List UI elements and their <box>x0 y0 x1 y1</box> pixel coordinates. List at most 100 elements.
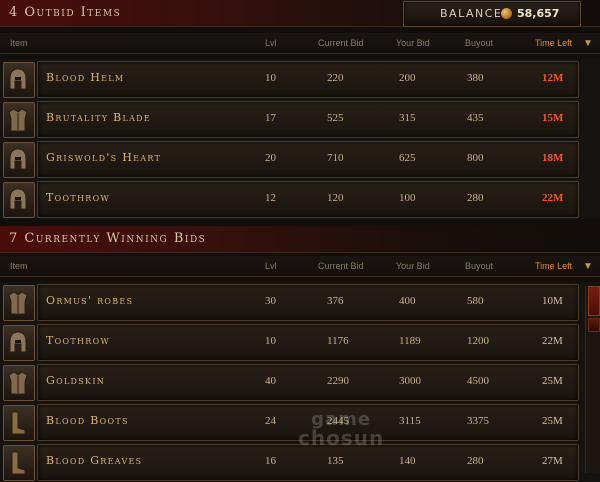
time-left: 22M <box>542 192 564 204</box>
item-level: 24 <box>265 415 276 427</box>
winning-column-headers: Item Lvl Current Bid Your Bid Buyout Tim… <box>0 256 600 277</box>
helm-icon[interactable] <box>3 62 35 98</box>
current-bid: 120 <box>327 192 344 204</box>
table-row[interactable]: Brutality Blade 17 525 315 435 15M <box>0 99 600 139</box>
armor-icon[interactable] <box>3 285 35 321</box>
header-current-bid[interactable]: Current Bid <box>318 261 364 271</box>
buyout-price: 3375 <box>467 415 489 427</box>
current-bid: 376 <box>327 295 344 307</box>
your-bid: 3115 <box>399 415 421 427</box>
header-item[interactable]: Item <box>10 38 28 48</box>
table-row[interactable]: Griswold's Heart 20 710 625 800 18M <box>0 139 600 179</box>
current-bid: 2290 <box>327 375 349 387</box>
your-bid: 400 <box>399 295 416 307</box>
row-panel[interactable] <box>37 364 579 401</box>
buyout-price: 435 <box>467 112 484 124</box>
armor-icon[interactable] <box>3 102 35 138</box>
table-row[interactable]: Toothrow 10 1176 1189 1200 22M <box>0 322 600 362</box>
current-bid: 135 <box>327 455 344 467</box>
item-level: 10 <box>265 335 276 347</box>
boots-icon[interactable] <box>3 405 35 441</box>
time-left: 22M <box>542 335 563 347</box>
time-left: 25M <box>542 415 563 427</box>
helm-icon[interactable] <box>3 325 35 361</box>
buyout-price: 1200 <box>467 335 489 347</box>
outbid-section-header: 4 Outbid Items BALANCE: 58,657 <box>0 0 600 27</box>
header-your-bid[interactable]: Your Bid <box>396 261 430 271</box>
item-name: Toothrow <box>46 191 110 204</box>
item-name: Toothrow <box>46 334 110 347</box>
time-left: 18M <box>542 152 564 164</box>
time-left: 25M <box>542 375 563 387</box>
your-bid: 200 <box>399 72 416 84</box>
header-current-bid[interactable]: Current Bid <box>318 38 364 48</box>
buyout-price: 4500 <box>467 375 489 387</box>
scrollbar-button[interactable] <box>588 318 600 332</box>
header-your-bid[interactable]: Your Bid <box>396 38 430 48</box>
scrollbar-thumb[interactable] <box>588 286 600 316</box>
scrollbar[interactable] <box>585 286 600 473</box>
boots-icon[interactable] <box>3 445 35 481</box>
item-level: 17 <box>265 112 276 124</box>
buyout-price: 280 <box>467 192 484 204</box>
item-name: Griswold's Heart <box>46 151 162 164</box>
table-row[interactable]: Goldskin 40 2290 3000 4500 25M <box>0 362 600 402</box>
item-name: Blood Helm <box>46 71 125 84</box>
your-bid: 140 <box>399 455 416 467</box>
your-bid: 100 <box>399 192 416 204</box>
time-left: 15M <box>542 112 564 124</box>
time-left: 12M <box>542 72 564 84</box>
row-panel[interactable] <box>37 181 579 218</box>
balance-value: 58,657 <box>517 7 560 20</box>
time-left: 10M <box>542 295 563 307</box>
header-time-left[interactable]: Time Left <box>535 261 572 271</box>
buyout-price: 280 <box>467 455 484 467</box>
table-row[interactable]: Toothrow 12 120 100 280 22M <box>0 179 600 219</box>
your-bid: 625 <box>399 152 416 164</box>
current-bid: 525 <box>327 112 344 124</box>
armor-icon[interactable] <box>3 365 35 401</box>
item-level: 20 <box>265 152 276 164</box>
header-item[interactable]: Item <box>10 261 28 271</box>
your-bid: 1189 <box>399 335 421 347</box>
buyout-price: 380 <box>467 72 484 84</box>
item-name: Blood Greaves <box>46 454 143 467</box>
sort-arrow-icon[interactable]: ▼ <box>583 38 593 49</box>
winning-section-title: 7 Currently Winning Bids <box>9 231 207 246</box>
your-bid: 315 <box>399 112 416 124</box>
outbid-section-title: 4 Outbid Items <box>9 5 122 20</box>
item-name: Ormus' robes <box>46 294 134 307</box>
sort-arrow-icon[interactable]: ▼ <box>583 261 593 272</box>
time-left: 27M <box>542 455 563 467</box>
header-buyout[interactable]: Buyout <box>465 38 493 48</box>
balance-label: BALANCE: <box>440 7 508 20</box>
gold-coin-icon <box>501 8 512 19</box>
current-bid: 220 <box>327 72 344 84</box>
header-lvl[interactable]: Lvl <box>265 261 277 271</box>
item-name: Blood Boots <box>46 414 129 427</box>
item-level: 30 <box>265 295 276 307</box>
item-name: Brutality Blade <box>46 111 152 124</box>
item-level: 10 <box>265 72 276 84</box>
row-panel[interactable] <box>37 324 579 361</box>
helm-icon[interactable] <box>3 142 35 178</box>
current-bid: 1176 <box>327 335 349 347</box>
current-bid: 710 <box>327 152 344 164</box>
item-name: Goldskin <box>46 374 106 387</box>
header-lvl[interactable]: Lvl <box>265 38 277 48</box>
item-level: 16 <box>265 455 276 467</box>
item-level: 12 <box>265 192 276 204</box>
table-row[interactable]: Blood Helm 10 220 200 380 12M <box>0 59 600 99</box>
watermark: game chosun <box>298 410 384 448</box>
watermark-line2: chosun <box>298 426 385 450</box>
your-bid: 3000 <box>399 375 421 387</box>
outbid-column-headers: Item Lvl Current Bid Your Bid Buyout Tim… <box>0 33 600 54</box>
helm-icon[interactable] <box>3 182 35 218</box>
winning-section-header: 7 Currently Winning Bids <box>0 226 600 253</box>
buyout-price: 580 <box>467 295 484 307</box>
item-level: 40 <box>265 375 276 387</box>
header-buyout[interactable]: Buyout <box>465 261 493 271</box>
balance-panel: BALANCE: 58,657 <box>403 1 581 27</box>
header-time-left[interactable]: Time Left <box>535 38 572 48</box>
table-row[interactable]: Ormus' robes 30 376 400 580 10M <box>0 282 600 322</box>
